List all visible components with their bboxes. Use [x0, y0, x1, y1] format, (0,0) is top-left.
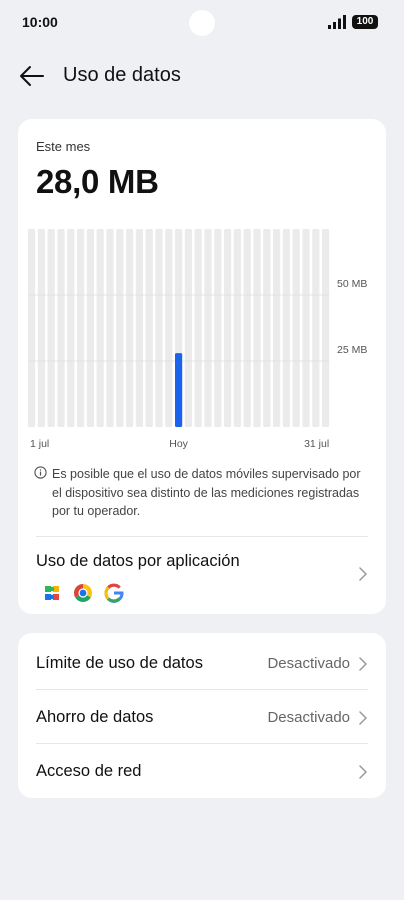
setting-label: Ahorro de datos	[36, 708, 154, 726]
chevron-right-icon	[359, 765, 367, 779]
x-tick-label: 31 jul	[304, 438, 329, 450]
y-tick-label: 25 MB	[337, 344, 367, 356]
google-icon	[104, 583, 124, 603]
network-access-row[interactable]: Acceso de red	[18, 743, 386, 797]
info-text: Es posible que el uso de datos móviles s…	[52, 467, 361, 518]
data-saver-row[interactable]: Ahorro de datos Desactivado	[18, 689, 386, 743]
app-icons	[42, 583, 124, 603]
bar-track	[312, 229, 320, 427]
chevron-right-icon	[359, 657, 367, 671]
bar-track	[67, 229, 75, 427]
settings-card: Límite de uso de datos Desactivado Ahorr…	[18, 633, 386, 798]
bar-track	[37, 229, 45, 427]
bar-track	[57, 229, 65, 427]
bar-track	[204, 229, 212, 427]
bar-track	[28, 229, 36, 427]
bar-track	[224, 229, 232, 427]
chevron-right-icon	[359, 567, 367, 581]
bar-track	[253, 229, 261, 427]
bar-track	[47, 229, 55, 427]
bar-track	[155, 229, 163, 427]
app-data-usage-row[interactable]: Uso de datos por aplicación	[18, 537, 386, 609]
page-title: Uso de datos	[63, 64, 181, 86]
bar-track	[292, 229, 300, 427]
bar-track	[302, 229, 310, 427]
bar-track	[214, 229, 222, 427]
bar-track	[282, 229, 290, 427]
setting-label: Acceso de red	[36, 762, 142, 780]
bar-track	[145, 229, 153, 427]
app-header: Uso de datos	[0, 56, 404, 96]
total-usage-value: 28,0 MB	[36, 163, 159, 200]
daily-usage-chart: 50 MB 25 MB 1 jul Hoy 31 jul	[28, 229, 367, 450]
x-tick-label: Hoy	[169, 438, 188, 450]
status-time: 10:00	[22, 14, 58, 30]
chrome-icon	[74, 584, 92, 602]
usage-card: Este mes 28,0 MB 50 MB 25 MB 1 jul Hoy 31 ju…	[18, 119, 386, 614]
app-usage-title: Uso de datos por aplicación	[36, 552, 240, 570]
usage-bar	[175, 353, 183, 427]
setting-label: Límite de uso de datos	[36, 654, 203, 672]
y-tick-label: 50 MB	[337, 278, 367, 290]
bar-track	[243, 229, 251, 427]
bar-track	[165, 229, 173, 427]
bar-track	[135, 229, 143, 427]
bar-track	[194, 229, 202, 427]
battery-icon: 100	[352, 15, 378, 29]
bar-track	[86, 229, 94, 427]
arrow-left-icon[interactable]	[18, 62, 46, 90]
signal-icon	[328, 15, 346, 29]
bar-track	[273, 229, 281, 427]
x-tick-label: 1 jul	[30, 438, 49, 450]
bar-track	[322, 229, 330, 427]
setting-value: Desactivado	[267, 709, 350, 726]
info-icon	[34, 466, 47, 479]
camera-cutout	[189, 10, 215, 36]
puzzle-app-icon	[45, 586, 59, 600]
bar-track	[96, 229, 104, 427]
bar-track	[263, 229, 271, 427]
bar-track	[126, 229, 134, 427]
bar-track	[184, 229, 192, 427]
bar-track	[116, 229, 124, 427]
bar-track	[233, 229, 241, 427]
bar-track	[77, 229, 85, 427]
setting-value: Desactivado	[267, 655, 350, 672]
data-limit-row[interactable]: Límite de uso de datos Desactivado	[18, 635, 386, 689]
period-label: Este mes	[36, 139, 91, 154]
status-bar: 10:00 100	[0, 0, 404, 44]
chevron-right-icon	[359, 711, 367, 725]
bar-track	[106, 229, 114, 427]
